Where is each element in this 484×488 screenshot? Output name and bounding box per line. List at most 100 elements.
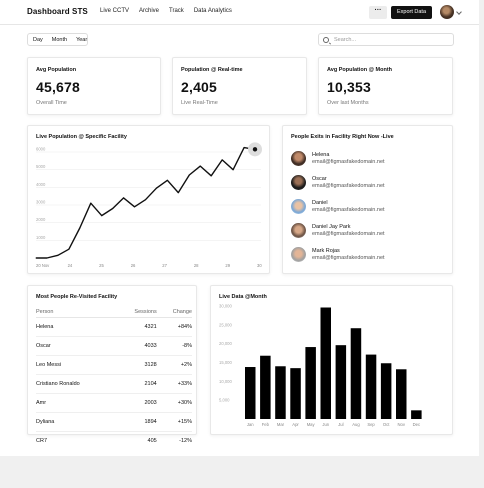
population-line [36, 146, 256, 259]
stat-value: 45,678 [36, 79, 81, 95]
period-year[interactable]: Year [74, 36, 89, 44]
cell-change: +30% [156, 393, 192, 413]
cell-person: Dyliana [36, 412, 116, 432]
nav-archive[interactable]: Archive [139, 8, 159, 14]
data-point [134, 206, 136, 208]
y-tick-label: 25,000 [219, 322, 232, 327]
table-row[interactable]: Cristiano Ronaldo 2104 +33% [36, 374, 192, 394]
cell-sessions: 405 [147, 437, 157, 444]
y-tick-label: 4000 [36, 182, 46, 187]
y-tick-label: 20,000 [219, 341, 232, 346]
nav-track[interactable]: Track [169, 8, 184, 14]
data-point [188, 174, 190, 176]
person-list-item[interactable]: Helena email@figmasfakedomain.net [291, 150, 441, 168]
x-tick-label: Jan [247, 422, 254, 427]
stat-title: Avg Population [36, 67, 77, 73]
bar-feb [260, 355, 271, 419]
person-list-item[interactable]: Mark Rojas email@figmasfakedomain.net [291, 246, 441, 264]
bar-jan [245, 367, 256, 419]
data-point [35, 257, 37, 259]
x-tick-label: May [307, 422, 316, 427]
person-list-item[interactable]: Oscar email@figmasfakedomain.net [291, 174, 441, 192]
person-name: Oscar [312, 176, 327, 182]
export-data-button[interactable]: Export Data [391, 6, 432, 19]
person-list-item[interactable]: Daniel email@figmasfakedomain.net [291, 198, 441, 216]
table-row[interactable]: Dyliana 1894 +15% [36, 412, 192, 432]
bar-aug [350, 328, 362, 419]
bar-jun [320, 307, 331, 419]
revisited-table: Person Sessions Change Helena 4321 +84% … [36, 307, 192, 450]
bar-apr [290, 368, 301, 419]
x-tick-label: Jul [338, 422, 343, 427]
data-point [145, 199, 146, 201]
period-selector: Day Month Year [27, 33, 88, 46]
data-point [199, 165, 201, 167]
people-exits-card: People Exits in Facility Right Now -Live… [282, 125, 453, 274]
cell-change: -8% [156, 336, 192, 356]
bar-nov [396, 369, 407, 419]
x-tick-label: Feb [262, 422, 270, 427]
stat-value: 2,405 [181, 79, 218, 95]
search-input[interactable] [334, 35, 449, 45]
period-month[interactable]: Month [50, 36, 69, 44]
cell-change: -12% [179, 437, 192, 444]
app-logo[interactable]: Dashboard STS [27, 7, 88, 16]
avatar [291, 175, 306, 190]
x-tick-label: Apr [292, 422, 299, 427]
nav-live-cctv[interactable]: Live CCTV [100, 8, 129, 14]
live-population-line-chart: 1000 2000 3000 4000 5000 6000 20 Nov 24 25 26 27 28… [35, 142, 262, 268]
column-header-person[interactable]: Person [36, 307, 116, 318]
data-point [46, 257, 48, 259]
x-tick-label: 24 [68, 263, 73, 268]
x-tick-label: 25 [99, 263, 104, 268]
cell-sessions: 3128 [115, 355, 157, 375]
data-point [112, 208, 114, 210]
data-point [101, 215, 103, 217]
nav-data-analytics[interactable]: Data Analytics [194, 8, 232, 14]
x-tick-label: 27 [162, 263, 167, 268]
bar-sep [365, 354, 377, 419]
stat-title: Avg Population @ Month [327, 67, 393, 73]
person-name: Daniel Jay Park [312, 224, 351, 230]
x-tick-label: Mar [277, 422, 285, 427]
chevron-down-icon[interactable] [456, 9, 462, 15]
table-row[interactable]: CR7 405 -12% [36, 431, 192, 450]
table-row[interactable]: Helena 4321 +84% [36, 317, 192, 337]
y-tick-label: 10,000 [219, 379, 232, 384]
data-point [57, 254, 59, 256]
column-header-sessions[interactable]: Sessions [115, 307, 157, 318]
stat-value: 10,353 [327, 79, 372, 95]
cell-person: Amr [36, 393, 116, 413]
data-point [123, 197, 125, 199]
bar-dec [411, 410, 422, 419]
page-edge [479, 0, 484, 456]
x-tick-label: Dec [413, 422, 420, 427]
search-box [318, 33, 454, 46]
period-day[interactable]: Day [31, 36, 45, 44]
more-options-button[interactable]: ··· [369, 6, 387, 19]
y-tick-label: 2000 [36, 217, 46, 222]
table-row[interactable]: Oscar 4033 -8% [36, 336, 192, 356]
cell-person: Oscar [36, 336, 116, 356]
person-email: email@figmasfakedomain.net [312, 159, 385, 165]
person-email: email@figmasfakedomain.net [312, 207, 385, 213]
stat-subtitle: Live Real-Time [181, 100, 218, 106]
main-nav: Live CCTV Archive Track Data Analytics [100, 8, 242, 14]
x-tick-label: 28 [194, 263, 199, 268]
data-point [232, 169, 234, 171]
bar-mar [275, 366, 286, 419]
stat-card-avg-population: Avg Population 45,678 Overall Time [27, 57, 161, 115]
y-tick-label: 1000 [36, 235, 46, 240]
avatar [291, 223, 306, 238]
person-email: email@figmasfakedomain.net [312, 183, 385, 189]
column-header-change[interactable]: Change [156, 307, 192, 318]
table-row[interactable]: Amr 2003 +30% [36, 393, 192, 413]
x-tick-label: Oct [383, 422, 390, 427]
y-tick-label: 30,000 [219, 304, 232, 309]
y-tick-label: 15,000 [219, 360, 232, 365]
x-tick-label: 30 [257, 263, 262, 268]
page-footer-area [0, 456, 484, 488]
user-avatar[interactable] [440, 5, 454, 19]
person-list-item[interactable]: Daniel Jay Park email@figmasfakedomain.n… [291, 222, 441, 240]
table-row[interactable]: Leo Messi 3128 +2% [36, 355, 192, 375]
